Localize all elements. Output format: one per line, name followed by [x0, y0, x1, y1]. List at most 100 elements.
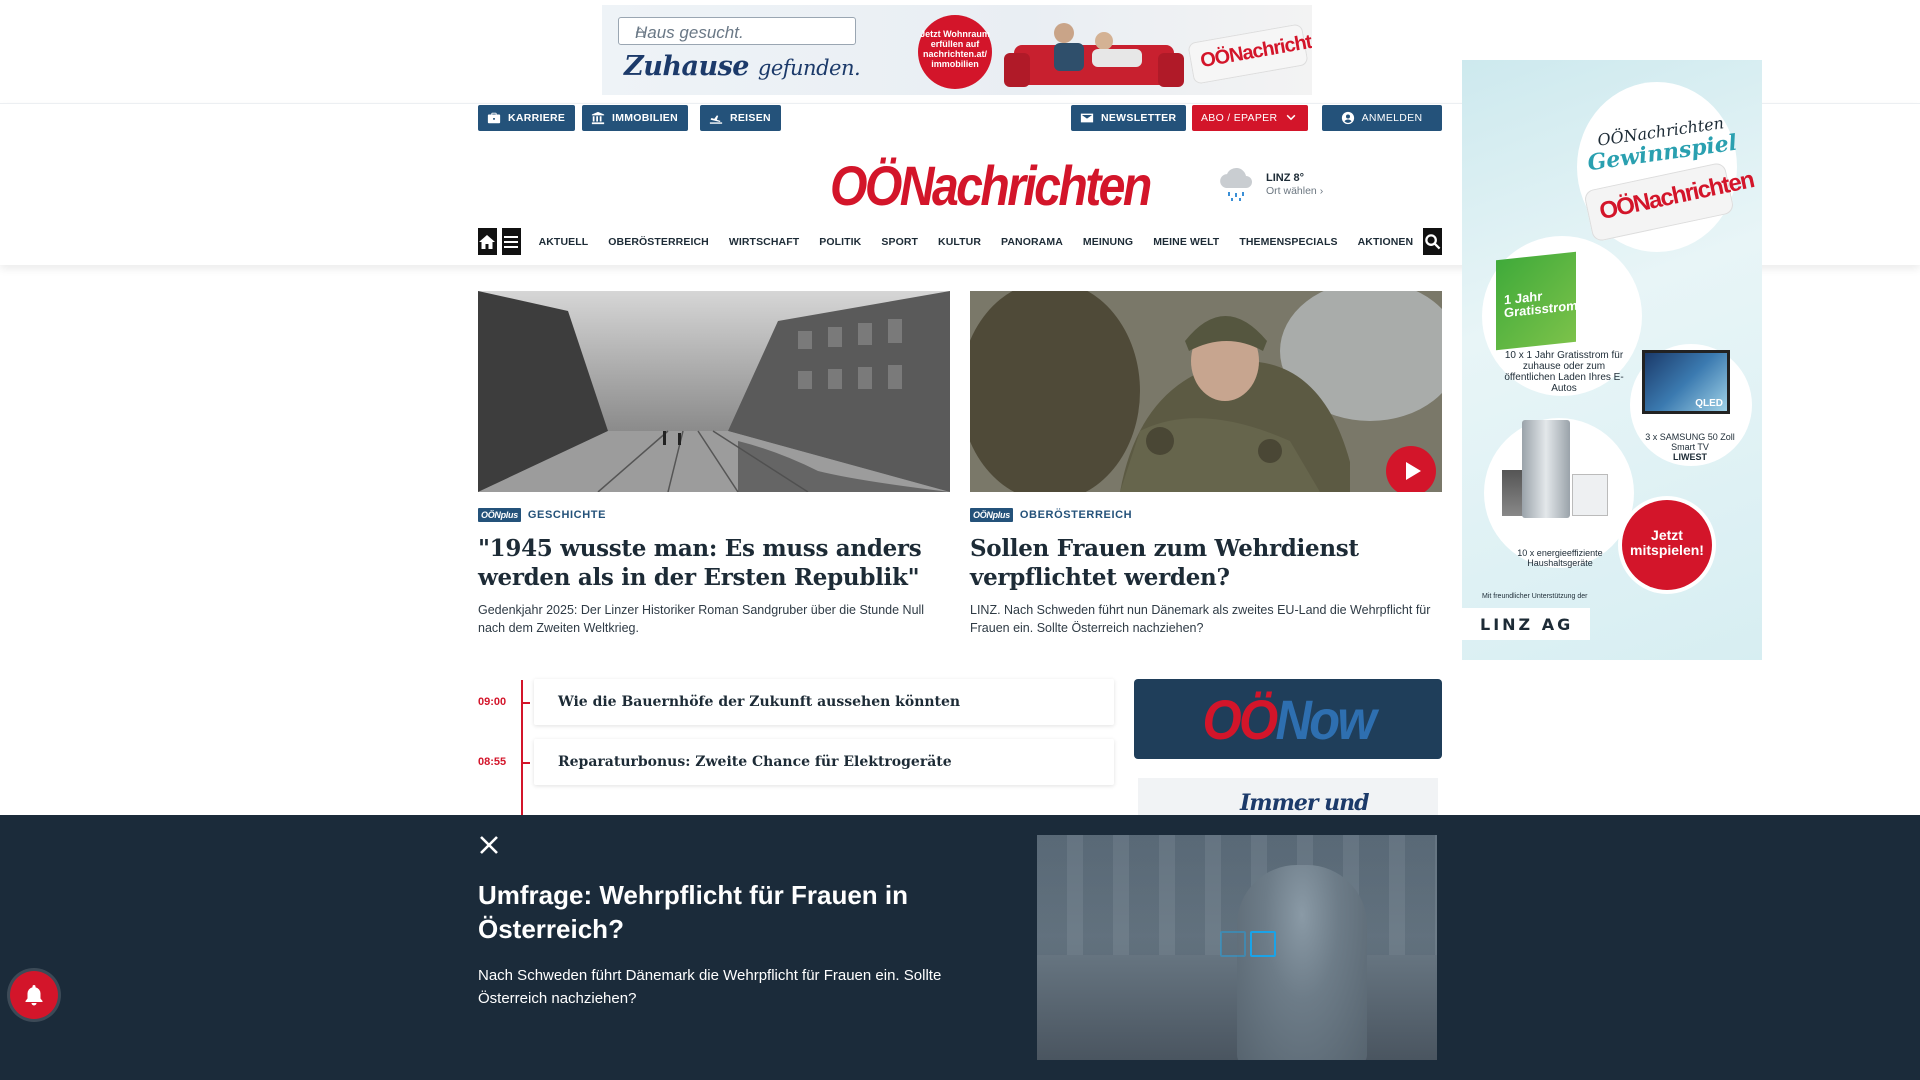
ad-slogan: Zuhause gefunden. — [624, 51, 861, 82]
site-logo[interactable]: OÖNachrichten — [830, 158, 1152, 214]
soldier-photo — [970, 291, 1442, 492]
nav-item-meinung[interactable]: MEINUNG — [1073, 236, 1143, 248]
mitspielen-button[interactable]: Jetzt mitspielen! — [1622, 500, 1712, 590]
play-icon — [1406, 462, 1421, 480]
article-teaser-geschichte[interactable]: OÖNplus GESCHICHTE "1945 wusste man: Es … — [478, 291, 950, 637]
building-icon — [591, 111, 605, 125]
newsletter-label: NEWSLETTER — [1101, 112, 1177, 124]
ticker-item-title: Reparaturbonus: Zweite Chance für Elektr… — [558, 754, 952, 770]
notification-bell-button[interactable] — [10, 971, 58, 1019]
prize-2-text: 3 x SAMSUNG 50 Zoll Smart TV LIWEST — [1640, 432, 1740, 462]
oenow-logo-b: Now — [1275, 687, 1376, 751]
article-category[interactable]: OBERÖSTERREICH — [1020, 509, 1132, 521]
gratisstrom-box: 1 Jahr Gratisstrom — [1496, 251, 1578, 351]
karriere-label: KARRIERE — [508, 112, 566, 124]
page: Haus gesucht. ⌂ Zuhause gefunden. Jetzt … — [0, 0, 1920, 1080]
hamburger-icon — [504, 235, 519, 248]
overlay-text: Nach Schweden führt Dänemark die Wehrpfl… — [478, 967, 942, 1007]
weather-city: LINZ 8° — [1266, 172, 1305, 184]
anmelden-label: ANMELDEN — [1361, 112, 1423, 124]
ad-roll-logo: OÖNachrichten — [1596, 166, 1756, 226]
anmelden-button[interactable]: ANMELDEN — [1322, 105, 1442, 131]
rain-cloud-icon — [1220, 168, 1252, 201]
liwest-logo: LIWEST — [1673, 452, 1707, 462]
skyscraper-ad[interactable]: OÖNachrichten Gewinnspiel OÖNachrichten … — [1462, 60, 1762, 660]
washer-illustration — [1572, 474, 1608, 516]
reisen-button[interactable]: REISEN — [700, 105, 781, 131]
ad-slogan-main: Zuhause — [624, 51, 749, 82]
nav-item-aktionen[interactable]: AKTIONEN — [1348, 236, 1424, 248]
nav-item-themenspecials[interactable]: THEMENSPECIALS — [1229, 236, 1347, 248]
ticker-time: 08:55 — [478, 756, 507, 768]
newsletter-button[interactable]: NEWSLETTER — [1071, 105, 1187, 131]
ticker-item[interactable]: Reparaturbonus: Zweite Chance für Elektr… — [534, 739, 1114, 785]
overlay-title[interactable]: Umfrage: Wehrpflicht für Frauen in Öster… — [478, 878, 948, 946]
ad-sponsor-note: Mit freundlicher Unterstützung der — [1482, 593, 1588, 600]
prize-1-text: 10 x 1 Jahr Gratisstrom für zuhause oder… — [1504, 350, 1624, 394]
top-banner-ad[interactable]: Haus gesucht. ⌂ Zuhause gefunden. Jetzt … — [602, 5, 1312, 95]
chevron-down-icon — [1284, 111, 1298, 125]
ad-slogan-tail: gefunden. — [757, 56, 861, 80]
mail-icon — [1080, 111, 1094, 125]
oenow-logo-a: OÖ — [1202, 687, 1278, 751]
overlay-video-player[interactable] — [1037, 835, 1437, 1060]
abo-epaper-dropdown[interactable]: ABO / EPAPER — [1192, 105, 1309, 131]
nav-items: AKTUELL OBERÖSTERREICH WIRTSCHAFT POLITI… — [529, 236, 1424, 248]
article-summary: LINZ. Nach Schweden führt nun Dänemark a… — [970, 603, 1431, 635]
video-overlay-panel: Umfrage: Wehrpflicht für Frauen in Öster… — [0, 815, 1920, 1080]
weather-widget[interactable]: LINZ 8° Ort wählen › — [1216, 164, 1346, 208]
article-teaser-wehrdienst[interactable]: OÖNplus OBERÖSTERREICH Sollen Frauen zum… — [970, 291, 1442, 637]
gratisstrom-box-text: 1 Jahr Gratisstrom — [1504, 288, 1578, 321]
main-navigation: AKTUELL OBERÖSTERREICH WIRTSCHAFT POLITI… — [478, 228, 1442, 255]
tv-label: QLED — [1695, 398, 1723, 409]
ad-logo-text: OÖNachrichten — [1198, 27, 1312, 73]
ticker-dash — [521, 762, 530, 764]
bell-icon — [25, 985, 43, 1006]
historic-street-photo — [478, 291, 950, 492]
immer-ueberall-banner[interactable]: Immer und überall. — [1138, 778, 1438, 818]
nav-item-wirtschaft[interactable]: WIRTSCHAFT — [719, 236, 809, 248]
article-image-soldier[interactable] — [970, 291, 1442, 492]
immer-ueberall-text: Immer und überall. — [1240, 790, 1369, 818]
article-image-1945[interactable] — [478, 291, 950, 492]
weather-location-link[interactable]: Ort wählen › — [1266, 185, 1323, 197]
search-button[interactable] — [1423, 228, 1442, 255]
nav-item-sport[interactable]: SPORT — [871, 236, 928, 248]
reisen-label: REISEN — [730, 112, 771, 124]
article-summary: Gedenkjahr 2025: Der Linzer Historiker R… — [478, 603, 925, 635]
loading-frame — [1250, 931, 1276, 957]
ticker-timeline — [521, 680, 523, 820]
karriere-button[interactable]: KARRIERE — [478, 105, 576, 131]
ad-search-pill: Haus gesucht. ⌂ — [618, 17, 856, 45]
oenow-widget[interactable]: OÖNow — [1134, 679, 1442, 759]
nav-item-meine-welt[interactable]: MEINE WELT — [1143, 236, 1229, 248]
immobilien-label: IMMOBILIEN — [612, 112, 678, 124]
nav-item-oberoesterreich[interactable]: OBERÖSTERREICH — [598, 236, 719, 248]
nav-item-panorama[interactable]: PANORAMA — [991, 236, 1073, 248]
article-meta: OÖNplus OBERÖSTERREICH — [970, 508, 1442, 522]
search-icon — [1425, 234, 1441, 250]
nav-item-politik[interactable]: POLITIK — [809, 236, 871, 248]
immobilien-button[interactable]: IMMOBILIEN — [582, 105, 688, 131]
video-play-button[interactable] — [1386, 446, 1436, 492]
article-headline[interactable]: "1945 wusste man: Es muss anders werden … — [478, 534, 950, 592]
ad-paper-roll: OÖNachrichten — [1187, 23, 1312, 85]
loading-frame — [1220, 931, 1246, 957]
ad-header-circle: OÖNachrichten Gewinnspiel OÖNachrichten — [1577, 82, 1756, 252]
home-button[interactable] — [478, 228, 497, 255]
nav-item-kultur[interactable]: KULTUR — [928, 236, 991, 248]
nav-item-aktuell[interactable]: AKTUELL — [529, 236, 599, 248]
menu-button[interactable] — [501, 228, 521, 255]
linz-ag-logo: LINZ AG — [1462, 608, 1590, 640]
ticker-time: 09:00 — [478, 696, 507, 708]
close-button[interactable] — [477, 833, 501, 857]
loading-indicator — [1220, 931, 1276, 957]
tv-illustration: QLED — [1642, 350, 1730, 414]
ad-badge: Jetzt Wohnraum erfüllen auf nachrichten.… — [918, 15, 992, 89]
close-icon — [480, 836, 498, 854]
article-headline[interactable]: Sollen Frauen zum Wehrdienst verpflichte… — [970, 534, 1442, 592]
article-category[interactable]: GESCHICHTE — [528, 509, 606, 521]
couch-illustration — [1004, 23, 1184, 87]
oenplus-badge: OÖNplus — [970, 508, 1013, 522]
ticker-item[interactable]: Wie die Bauernhöfe der Zukunft aussehen … — [534, 679, 1114, 725]
